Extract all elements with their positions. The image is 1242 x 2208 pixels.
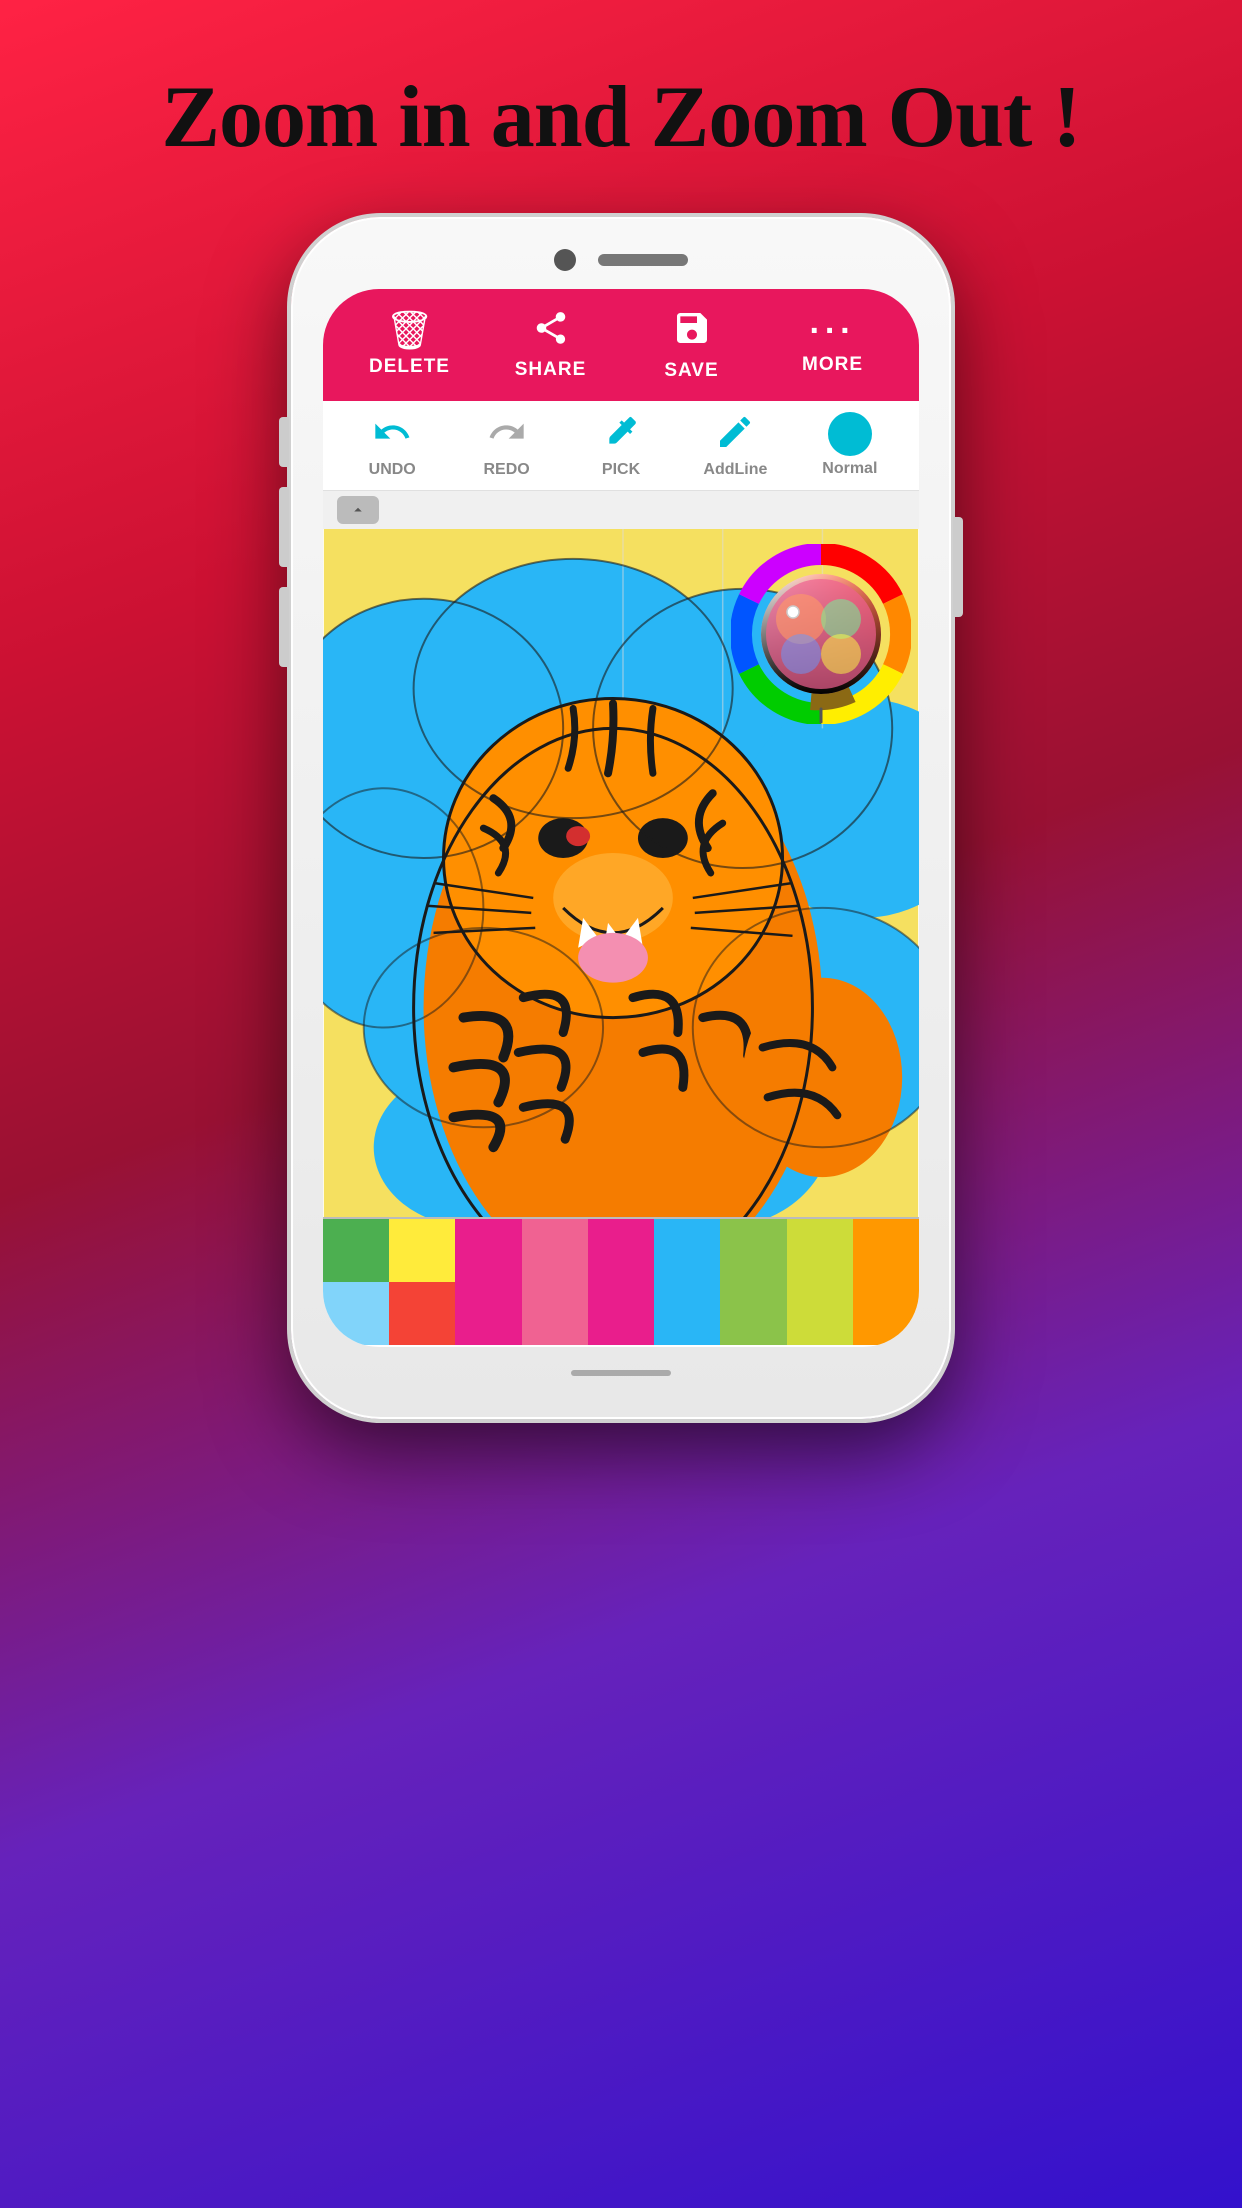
more-button[interactable]: ··· MORE [762, 314, 903, 376]
addline-icon [715, 412, 755, 457]
color-swatch-pink2[interactable] [522, 1282, 588, 1345]
color-swatch-pink1[interactable] [522, 1219, 588, 1282]
normal-tool[interactable]: Normal [793, 412, 907, 478]
collapse-button[interactable] [337, 496, 379, 524]
addline-tool[interactable]: AddLine [678, 412, 792, 479]
redo-tool[interactable]: REDO [449, 412, 563, 479]
page-title: Zoom in and Zoom Out ! [0, 0, 1242, 217]
color-swatch-skyblue2[interactable] [654, 1282, 720, 1345]
share-label: SHARE [515, 359, 587, 381]
color-swatch-yellow[interactable] [389, 1219, 455, 1282]
color-swatch-hotpink1[interactable] [455, 1219, 521, 1282]
pick-icon [601, 412, 641, 457]
front-camera [554, 249, 576, 271]
undo-icon [372, 412, 412, 457]
app-bar: 🗑 DELETE SHARE SAVE [323, 289, 919, 401]
undo-label: UNDO [369, 461, 416, 479]
speaker [598, 254, 688, 266]
share-icon [532, 309, 570, 353]
delete-button[interactable]: 🗑 DELETE [339, 312, 480, 378]
save-label: SAVE [664, 360, 718, 382]
delete-icon: 🗑 [385, 312, 433, 350]
undo-tool[interactable]: UNDO [335, 412, 449, 479]
share-button[interactable]: SHARE [480, 309, 621, 381]
color-palette [323, 1217, 919, 1345]
color-wheel[interactable] [731, 544, 911, 724]
color-swatch-orange2[interactable] [853, 1282, 919, 1345]
normal-icon [828, 412, 872, 456]
color-swatch-magenta1[interactable] [455, 1282, 521, 1345]
collapse-bar [323, 491, 919, 529]
more-label: MORE [802, 354, 863, 376]
redo-icon [487, 412, 527, 457]
color-swatch-yellow-green[interactable] [787, 1219, 853, 1282]
save-button[interactable]: SAVE [621, 308, 762, 382]
phone-frame: 🗑 DELETE SHARE SAVE [291, 217, 951, 1419]
color-swatch-skyblue1[interactable] [654, 1219, 720, 1282]
addline-label: AddLine [703, 461, 767, 479]
pick-label: PICK [602, 461, 640, 479]
canvas-area [323, 529, 919, 1217]
color-swatch-green[interactable] [323, 1219, 389, 1282]
color-swatch-lime[interactable] [720, 1219, 786, 1282]
color-swatch-red[interactable] [389, 1282, 455, 1345]
color-swatch-lime2[interactable] [720, 1282, 786, 1345]
color-swatch-magenta2[interactable] [588, 1282, 654, 1345]
phone-screen: 🗑 DELETE SHARE SAVE [323, 289, 919, 1347]
color-swatch-chartreuse[interactable] [787, 1282, 853, 1345]
save-icon [672, 308, 712, 354]
more-icon: ··· [810, 314, 856, 348]
delete-label: DELETE [369, 356, 450, 378]
normal-label: Normal [822, 460, 877, 478]
toolbar: UNDO REDO PICK [323, 401, 919, 491]
color-swatch-orange[interactable] [853, 1219, 919, 1282]
color-swatch-lightblue[interactable] [323, 1282, 389, 1345]
pick-tool[interactable]: PICK [564, 412, 678, 479]
redo-label: REDO [483, 461, 529, 479]
color-swatch-hotpink2[interactable] [588, 1219, 654, 1282]
